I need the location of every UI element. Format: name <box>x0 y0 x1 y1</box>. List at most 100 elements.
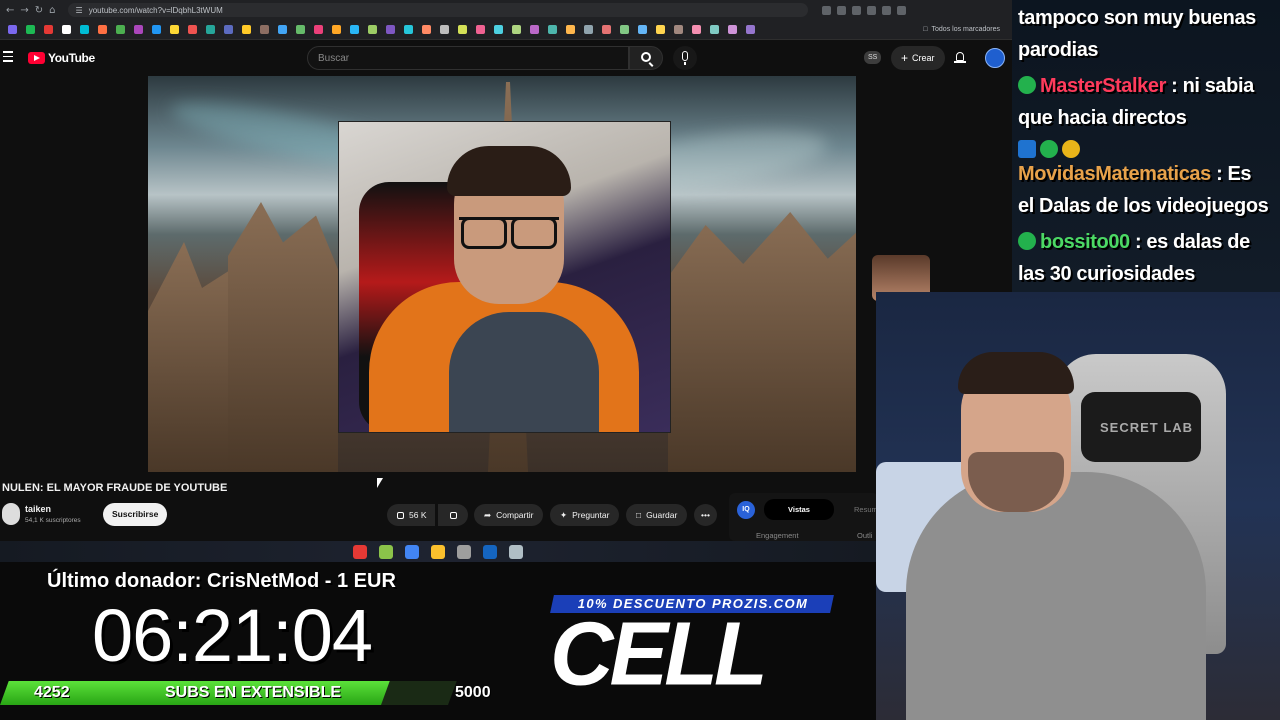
share-button[interactable]: ➦ Compartir <box>474 504 544 526</box>
bookmark-favicon-icon[interactable] <box>332 25 341 34</box>
bookmark-favicon-icon[interactable] <box>404 25 413 34</box>
taskbar-app-icon[interactable] <box>431 544 445 559</box>
bookmark-favicon-icon[interactable] <box>62 25 71 34</box>
bookmark-favicon-icon[interactable] <box>512 25 521 34</box>
youtube-logo[interactable]: YouTube <box>28 51 95 65</box>
bookmark-favicon-icon[interactable] <box>620 25 629 34</box>
bookmark-favicon-icon[interactable] <box>152 25 161 34</box>
tab-views[interactable]: Vistas <box>764 499 834 520</box>
channel-avatar[interactable] <box>2 503 20 525</box>
more-actions-button[interactable]: ••• <box>694 504 717 526</box>
bookmark-favicon-icon[interactable] <box>296 25 305 34</box>
bookmark-favicon-icon[interactable] <box>242 25 251 34</box>
video-webcam-inset <box>338 121 671 433</box>
bookmark-favicon-icon[interactable] <box>368 25 377 34</box>
bookmark-favicon-icon[interactable] <box>476 25 485 34</box>
extension-icon[interactable] <box>881 5 891 15</box>
bookmark-favicon-icon[interactable] <box>458 25 467 34</box>
cast-icon[interactable] <box>836 5 846 15</box>
bookmark-favicon-icon[interactable] <box>80 25 89 34</box>
last-donor-text: Último donador: CrisNetMod - 1 EUR <box>47 570 396 592</box>
bookmark-favicon-icon[interactable] <box>746 25 755 34</box>
youtube-play-icon <box>28 52 45 64</box>
chat-badge-icon <box>1062 140 1080 158</box>
bookmark-favicon-icon[interactable] <box>386 25 395 34</box>
taskbar-app-icon[interactable] <box>405 544 419 559</box>
bookmark-favicon-icon[interactable] <box>674 25 683 34</box>
chair-logo: SECRET LAB <box>1100 420 1194 435</box>
ask-button[interactable]: ✦ Preguntar <box>550 504 620 526</box>
zoom-icon[interactable] <box>821 5 831 15</box>
all-bookmarks[interactable]: □ Todos los marcadores <box>923 26 1000 33</box>
bookmark-favicon-icon[interactable] <box>314 25 323 34</box>
bookmark-favicon-icon[interactable] <box>584 25 593 34</box>
chat-text: las 30 curiosidades <box>1018 263 1195 285</box>
site-info-icon[interactable]: ☰ <box>76 6 83 15</box>
create-button[interactable]: + Crear <box>891 46 945 70</box>
search-input[interactable] <box>307 46 629 70</box>
streamer-webcam: SECRET LAB <box>876 292 1280 720</box>
bookmark-favicon-icon[interactable] <box>44 25 53 34</box>
outline-label[interactable]: Outli <box>857 531 872 540</box>
subathon-timer: 06:21:04 <box>92 594 373 677</box>
voice-search-button[interactable] <box>673 46 697 70</box>
bookmark-favicon-icon[interactable] <box>26 25 35 34</box>
share-icon[interactable] <box>851 5 861 15</box>
bookmark-favicon-icon[interactable] <box>278 25 287 34</box>
bookmark-favicon-icon[interactable] <box>548 25 557 34</box>
address-bar[interactable]: ☰ youtube.com/watch?v=lDqbhL3tWUM <box>67 3 808 17</box>
home-icon[interactable]: ⌂ <box>49 5 55 16</box>
video-player[interactable] <box>148 76 856 472</box>
bookmark-favicon-icon[interactable] <box>116 25 125 34</box>
bookmark-favicon-icon[interactable] <box>170 25 179 34</box>
bookmark-favicon-icon[interactable] <box>710 25 719 34</box>
bookmark-favicon-icon[interactable] <box>440 25 449 34</box>
star-icon[interactable] <box>866 5 876 15</box>
chat-badge-icon <box>1040 140 1058 158</box>
chat-username[interactable]: bossito00 <box>1040 231 1130 253</box>
reload-icon[interactable]: ↻ <box>35 5 43 16</box>
bookmark-favicon-icon[interactable] <box>260 25 269 34</box>
bookmark-favicon-icon[interactable] <box>656 25 665 34</box>
bookmark-favicon-icon[interactable] <box>530 25 539 34</box>
bookmark-favicon-icon[interactable] <box>422 25 431 34</box>
bookmark-favicon-icon[interactable] <box>224 25 233 34</box>
bookmark-favicon-icon[interactable] <box>728 25 737 34</box>
chat-username[interactable]: MovidasMatematicas <box>1018 163 1211 185</box>
bookmark-favicon-icon[interactable] <box>350 25 359 34</box>
bookmark-favicon-icon[interactable] <box>638 25 647 34</box>
extension-badge[interactable]: SS <box>864 51 882 64</box>
mouse-cursor-icon <box>377 478 383 488</box>
bookmark-favicon-icon[interactable] <box>566 25 575 34</box>
channel-name[interactable]: taiken <box>25 504 51 514</box>
tab-summary[interactable]: Resum <box>854 499 878 520</box>
forward-icon[interactable]: → <box>20 5 28 16</box>
bookmark-favicon-icon[interactable] <box>494 25 503 34</box>
subscribe-button[interactable]: Suscribirse <box>103 503 168 526</box>
dislike-button[interactable] <box>438 504 468 526</box>
bookmark-favicon-icon[interactable] <box>206 25 215 34</box>
chat-username[interactable]: MasterStalker <box>1040 75 1166 97</box>
save-button[interactable]: □ Guardar <box>626 504 688 526</box>
taskbar-app-icon[interactable] <box>457 544 471 559</box>
taskbar-app-icon[interactable] <box>379 544 393 559</box>
hamburger-menu-icon[interactable] <box>3 51 13 63</box>
notifications-bell-icon[interactable] <box>954 52 966 64</box>
castle-tower <box>148 242 238 472</box>
back-icon[interactable]: ← <box>6 5 14 16</box>
bookmark-favicon-icon[interactable] <box>98 25 107 34</box>
bookmark-favicon-icon[interactable] <box>188 25 197 34</box>
taskbar-app-icon[interactable] <box>509 544 523 559</box>
profile-icon[interactable] <box>896 5 906 15</box>
like-button[interactable]: 56 K <box>387 504 435 526</box>
bookmark-favicon-icon[interactable] <box>692 25 701 34</box>
engagement-label[interactable]: Engagement <box>756 531 799 540</box>
search-icon <box>641 52 651 62</box>
account-avatar[interactable] <box>985 48 1005 68</box>
bookmark-favicon-icon[interactable] <box>8 25 17 34</box>
bookmark-favicon-icon[interactable] <box>134 25 143 34</box>
bookmark-favicon-icon[interactable] <box>602 25 611 34</box>
search-button[interactable] <box>629 46 663 70</box>
taskbar-app-icon[interactable] <box>483 544 497 559</box>
taskbar-app-icon[interactable] <box>353 544 367 559</box>
